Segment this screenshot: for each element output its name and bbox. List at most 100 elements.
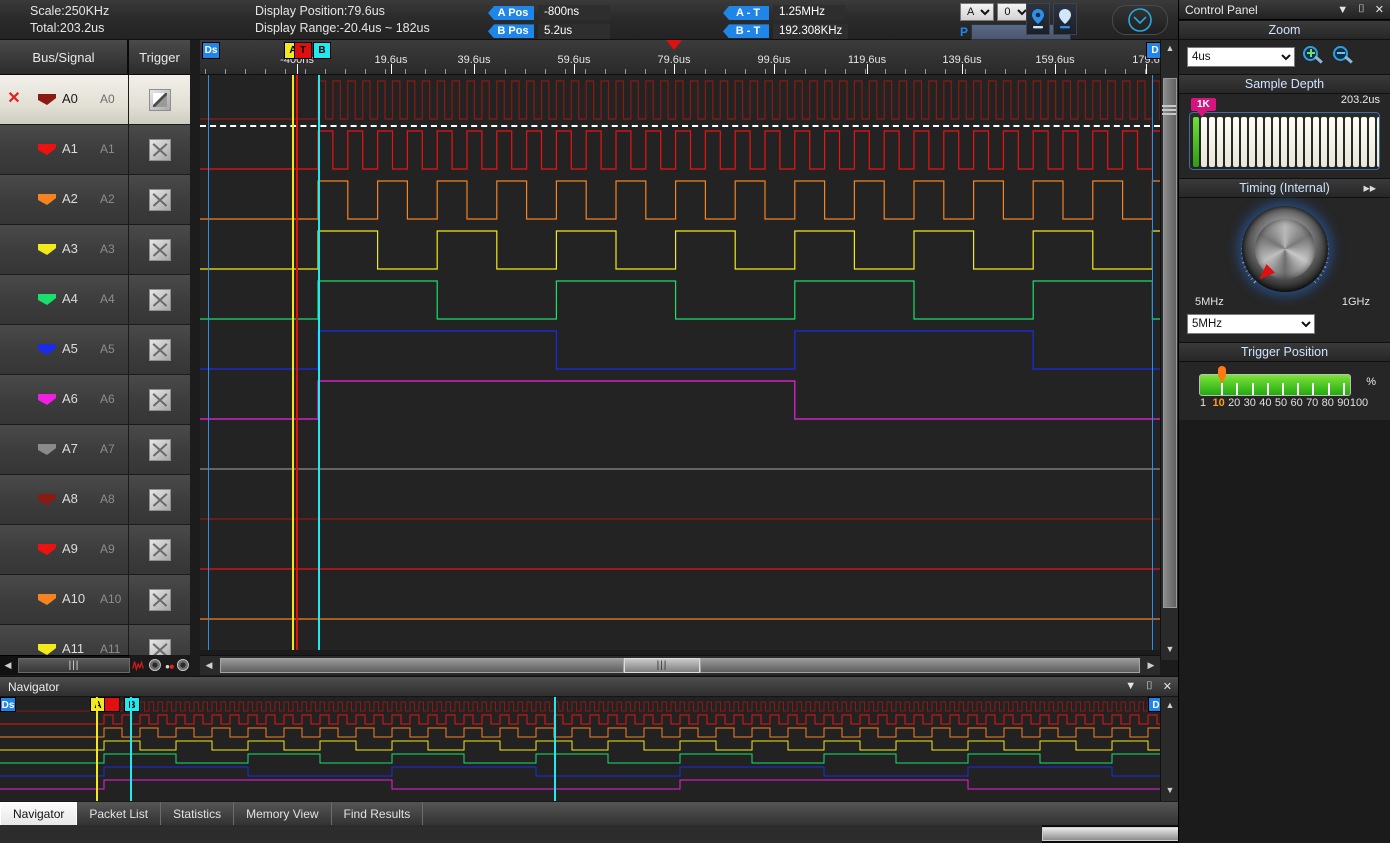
marker-a-pin-button[interactable] [1026, 3, 1050, 35]
control-panel-pin-icon[interactable]: ⌷ [1358, 3, 1365, 16]
channel-row-a9[interactable]: A9 A9 [0, 525, 190, 575]
trigger-position-slider[interactable]: % 1 10 20 30 40 50 60 70 80 90 100 [1187, 364, 1382, 410]
timing-rate-select[interactable]: 5MHz [1187, 314, 1315, 334]
tab-statistics[interactable]: Statistics [161, 802, 235, 825]
trigger-edge-icon[interactable] [148, 89, 171, 111]
navigator-marker-b[interactable]: B [124, 697, 140, 712]
control-panel-close-icon[interactable]: ✕ [1375, 3, 1384, 16]
trigger-disabled-icon[interactable] [148, 539, 171, 561]
channel-row-a2[interactable]: A2 A2 [0, 175, 190, 225]
waveform-vertical-scrollbar[interactable]: ▲ ▼ [1160, 40, 1178, 660]
channel-trigger-cell[interactable] [128, 525, 190, 575]
marker-letter-select[interactable]: A [960, 3, 994, 21]
channel-trigger-cell[interactable] [128, 75, 190, 125]
channel-list[interactable]: ✕ A0 A0 A1 A1 A2 A2 A3 A3 A4 A4 A5 A5 A6 A6 A7 A7 A8 A8 A9 A… [0, 75, 190, 660]
camera-2-icon[interactable] [176, 657, 190, 673]
navigator-pin-icon[interactable]: ⌷ [1146, 680, 1153, 693]
waveform-canvas[interactable] [200, 75, 1160, 650]
camera-icon[interactable] [148, 657, 162, 673]
hscroll-grip[interactable]: ||| [624, 658, 700, 673]
trigger-disabled-icon[interactable] [148, 389, 171, 411]
navigator-close-icon[interactable]: ✕ [1163, 680, 1172, 693]
marker-b-pin-button[interactable] [1053, 3, 1077, 35]
trigger-disabled-icon[interactable] [148, 439, 171, 461]
navigator-collapse-icon[interactable]: ▼ [1125, 680, 1136, 693]
cursor-b[interactable] [318, 75, 320, 650]
channel-scroll-thumb[interactable]: ||| [18, 658, 130, 673]
waveform-icon[interactable] [132, 657, 146, 673]
hscroll-thumb-right[interactable] [700, 658, 1140, 673]
tab-packet-list[interactable]: Packet List [77, 802, 162, 825]
channel-trigger-cell[interactable] [128, 375, 190, 425]
navigator-trigger-tag[interactable] [104, 697, 120, 712]
hscroll-left-icon[interactable]: ◀ [203, 660, 215, 672]
channel-row-a0[interactable]: ✕ A0 A0 [0, 75, 190, 125]
channel-trigger-cell[interactable] [128, 575, 190, 625]
marker-ds-tag[interactable]: Ds [202, 42, 220, 59]
scroll-up-icon[interactable]: ▲ [1164, 43, 1176, 55]
hscroll-right-icon[interactable]: ▶ [1145, 660, 1157, 672]
waveform-menu-icon[interactable] [1162, 103, 1176, 117]
vertical-scroll-thumb[interactable] [1163, 78, 1177, 608]
trigger-disabled-icon[interactable] [148, 589, 171, 611]
channel-trigger-cell[interactable] [128, 225, 190, 275]
trigger-disabled-icon[interactable] [148, 239, 171, 261]
marker-end-tag[interactable]: D [1146, 42, 1160, 59]
navigator-vertical-scrollbar[interactable]: ▲ ▼ [1160, 697, 1178, 801]
cursor-a[interactable] [292, 75, 294, 650]
nav-scroll-down-icon[interactable]: ▼ [1164, 785, 1176, 797]
trigger-disabled-icon[interactable] [148, 139, 171, 161]
navigator-cursor-b[interactable] [130, 697, 132, 801]
timing-knob[interactable] [1241, 206, 1328, 292]
navigator-ds-tag[interactable]: Ds [0, 697, 16, 712]
scroll-down-icon[interactable]: ▼ [1164, 644, 1176, 656]
timing-expand-icon[interactable]: ▸▸ [1363, 179, 1376, 198]
channel-trigger-cell[interactable] [128, 425, 190, 475]
channel-row-a5[interactable]: A5 A5 [0, 325, 190, 375]
channel-row-a4[interactable]: A4 A4 [0, 275, 190, 325]
channel-row-a8[interactable]: A8 A8 [0, 475, 190, 525]
zoom-out-icon[interactable] [1333, 46, 1355, 68]
marker-t-tag[interactable]: T [294, 42, 312, 59]
cursor-end[interactable] [1152, 75, 1153, 650]
cursor-ds[interactable] [208, 75, 209, 650]
trigger-disabled-icon[interactable] [148, 489, 171, 511]
channel-row-a10[interactable]: A10 A10 [0, 575, 190, 625]
channel-row-a3[interactable]: A3 A3 [0, 225, 190, 275]
bottom-tab-bar[interactable]: Navigator Packet List Statistics Memory Vie… [0, 801, 1178, 825]
channel-row-a1[interactable]: A1 A1 [0, 125, 190, 175]
tab-find-results[interactable]: Find Results [332, 802, 424, 825]
nav-scroll-up-icon[interactable]: ▲ [1164, 700, 1176, 712]
trigger-disabled-icon[interactable] [148, 189, 171, 211]
channel-row-a7[interactable]: A7 A7 [0, 425, 190, 475]
timeline-ruler[interactable]: -400ns 19.6us 39.6us 59.6us 79.6us 99.6us 119.… [200, 40, 1160, 75]
record-dot-icon[interactable] [164, 659, 174, 671]
navigator-waveform[interactable]: DsABD [0, 697, 1160, 801]
tab-memory-view[interactable]: Memory View [234, 802, 332, 825]
control-panel-collapse-icon[interactable]: ▼ [1337, 4, 1348, 16]
trigger-disabled-icon[interactable] [148, 339, 171, 361]
clock-settings-button[interactable] [1112, 5, 1168, 35]
scroll-left-icon[interactable]: ◀ [2, 660, 14, 672]
trigger-caret-icon[interactable] [666, 40, 682, 50]
navigator-cursor-a[interactable] [96, 697, 98, 801]
waveform-horizontal-scrollbar[interactable]: ◀ ||| ▶ [200, 655, 1160, 675]
trigger-position-handle[interactable] [1215, 366, 1229, 386]
channel-trigger-cell[interactable] [128, 175, 190, 225]
delete-channel-icon[interactable]: ✕ [6, 90, 22, 108]
hscroll-thumb-left[interactable] [220, 658, 624, 673]
trigger-disabled-icon[interactable] [148, 289, 171, 311]
cursor-t[interactable] [296, 75, 298, 650]
marker-b-tag[interactable]: B [313, 42, 331, 59]
channel-row-a6[interactable]: A6 A6 [0, 375, 190, 425]
tab-navigator[interactable]: Navigator [0, 802, 78, 825]
navigator-cursor-view[interactable] [554, 697, 556, 801]
channel-trigger-cell[interactable] [128, 325, 190, 375]
sample-depth-gauge[interactable] [1189, 112, 1380, 170]
zoom-select[interactable]: 4us [1187, 47, 1295, 67]
zoom-in-icon[interactable] [1303, 46, 1325, 68]
channel-trigger-cell[interactable] [128, 275, 190, 325]
channel-trigger-cell[interactable] [128, 475, 190, 525]
channel-trigger-cell[interactable] [128, 125, 190, 175]
navigator-end-tag[interactable]: D [1148, 697, 1160, 712]
